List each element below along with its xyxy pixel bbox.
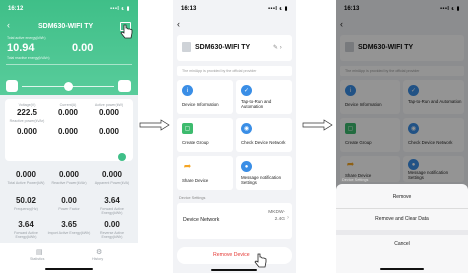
phone-screen-settings: 16:13 •••l ᴌ ▮ ‹ SDM630-WIFI TY ✎ › The …	[173, 0, 296, 273]
reading-label: Voltage(V)	[18, 103, 36, 107]
home-indicator	[45, 268, 93, 270]
tile-label: Create Group	[182, 140, 209, 145]
reading-value: 0.000	[98, 127, 120, 136]
network-value: MKDW-2.4G	[268, 210, 285, 222]
edit-pencil-icon[interactable]: ✎ ›	[273, 44, 282, 51]
share-icon: ➦	[183, 161, 192, 171]
section-header: Device Settings	[342, 178, 369, 182]
flow-indicator	[64, 82, 73, 91]
notice-text: The miniApp is provided by the official …	[182, 69, 257, 73]
status-time: 16:12	[8, 6, 24, 12]
grid-value: 0.000	[15, 170, 37, 179]
bell-icon: ●	[241, 161, 252, 172]
grid-value: 3.65	[61, 220, 77, 229]
reading-value: 0.000	[16, 127, 38, 136]
home-indicator	[211, 269, 257, 271]
grid-label: Reverse Active Energy(kWh)	[100, 231, 124, 239]
expand-icon[interactable]	[118, 153, 126, 161]
grid-value: 50.02	[15, 196, 37, 205]
reading-label: Current(A)	[59, 103, 77, 107]
grid-value: 0.00	[61, 196, 77, 205]
home-indicator	[380, 268, 424, 270]
network-icon: ◉	[241, 123, 252, 134]
network-label: Device Network	[183, 217, 220, 223]
tab-history[interactable]: History	[92, 257, 103, 261]
device-name: SDM630-WIFI TY	[195, 44, 251, 51]
tile-device-information[interactable]: i Device Information	[177, 80, 233, 114]
grid-value: 0.000	[58, 170, 80, 179]
status-icons: •••l ᴌ ▮	[110, 6, 130, 12]
reading-label: Active power(kW)	[94, 103, 124, 107]
meter-icon[interactable]	[6, 80, 18, 92]
grid-value: 0.00	[104, 220, 120, 229]
home-icon[interactable]	[118, 80, 131, 92]
grid-label: Apparent Power(kVA)	[94, 181, 130, 185]
remove-option[interactable]: Remove	[336, 194, 468, 200]
grid-label: Forward Active Energy(kWh)	[100, 207, 124, 215]
action-sheet: Remove Remove and Clear Data Cancel	[336, 184, 468, 273]
grid-label: Power Factor	[58, 207, 80, 211]
back-arrow-icon[interactable]: ‹	[7, 20, 10, 30]
remove-device-label: Remove Device	[213, 252, 250, 258]
grid-value: 3.64	[104, 196, 120, 205]
group-icon: ▢	[182, 123, 193, 134]
reading-label: Reactive power(kVAr)	[9, 119, 45, 123]
grid-value: 3.64	[18, 220, 34, 229]
status-time: 16:13	[181, 6, 197, 12]
tile-label: Tap-to-Run and Automation	[241, 99, 272, 110]
cancel-option[interactable]: Cancel	[336, 241, 468, 247]
tile-check-network[interactable]: ◉ Check Device Network	[236, 118, 292, 152]
grid-label: Import Active Energy(kWh)	[47, 231, 91, 235]
reading-value: 0.000	[57, 108, 79, 117]
phone-screen-remove-sheet: 16:13 •••l ᴌ ▮ ‹ SDM630-WIFI TY The mini…	[336, 0, 468, 273]
check-icon: ✓	[241, 85, 252, 96]
phone-screen-dashboard: 16:12 •••l ᴌ ▮ ‹ SDM630-WIFI TY Total ac…	[0, 0, 138, 273]
hand-pointer-icon	[254, 253, 267, 268]
reading-value: 0.000	[98, 108, 120, 117]
energy-right-value: 0.00	[72, 42, 94, 54]
device-title: SDM630-WIFI TY	[38, 23, 94, 30]
divider	[6, 64, 132, 65]
energy-left-label: Total active energy(kWh)	[7, 36, 46, 40]
section-header: Device Settings	[179, 196, 206, 200]
grid-label: Total Active Power(kW)	[7, 181, 45, 185]
status-bar: 16:13 •••l ᴌ ▮	[181, 4, 288, 14]
status-bar: 16:12 •••l ᴌ ▮	[8, 4, 130, 14]
hand-pointer-icon	[120, 24, 133, 39]
arrow-right-icon	[302, 119, 333, 131]
energy-left-value: 10.94	[7, 42, 35, 54]
grid-label: Reactive Power(kVAr)	[51, 181, 87, 185]
tile-tap-to-run[interactable]: ✓ Tap-to-Run and Automation	[236, 80, 292, 114]
reading-value: 0.000	[57, 127, 79, 136]
grid-label: Forward Active Energy(kWh)	[14, 231, 38, 239]
remove-and-clear-option[interactable]: Remove and Clear Data	[336, 216, 468, 222]
divider	[336, 208, 468, 209]
arrow-right-icon	[139, 119, 170, 131]
tile-label: Share Device	[182, 178, 209, 183]
chevron-right-icon: ›	[287, 215, 289, 221]
divider	[336, 230, 468, 235]
tile-create-group[interactable]: ▢ Create Group	[177, 118, 233, 152]
tile-label: Device Information	[182, 102, 219, 107]
info-icon: i	[182, 85, 193, 96]
back-arrow-icon[interactable]: ‹	[177, 19, 180, 29]
tile-message-notification[interactable]: ● Message notification Settings	[236, 156, 292, 190]
grid-label: Frequency(Hz)	[14, 207, 38, 211]
status-icons: •••l ᴌ ▮	[268, 6, 288, 12]
tile-share-device[interactable]: ➦ Share Device	[177, 156, 233, 190]
device-thumbnail	[182, 42, 191, 52]
tile-label: Check Device Network	[241, 140, 286, 145]
gear-icon[interactable]: ⚙	[96, 248, 102, 256]
energy-right-label: Total reactive energy(kVArh)	[7, 56, 50, 60]
tile-label: Message notification Settings	[241, 175, 282, 186]
grid-value: 0.000	[101, 170, 123, 179]
reading-value: 222.5	[16, 108, 38, 117]
tab-statistics[interactable]: Statistics	[30, 257, 44, 261]
chart-icon[interactable]: ▤	[36, 248, 43, 256]
